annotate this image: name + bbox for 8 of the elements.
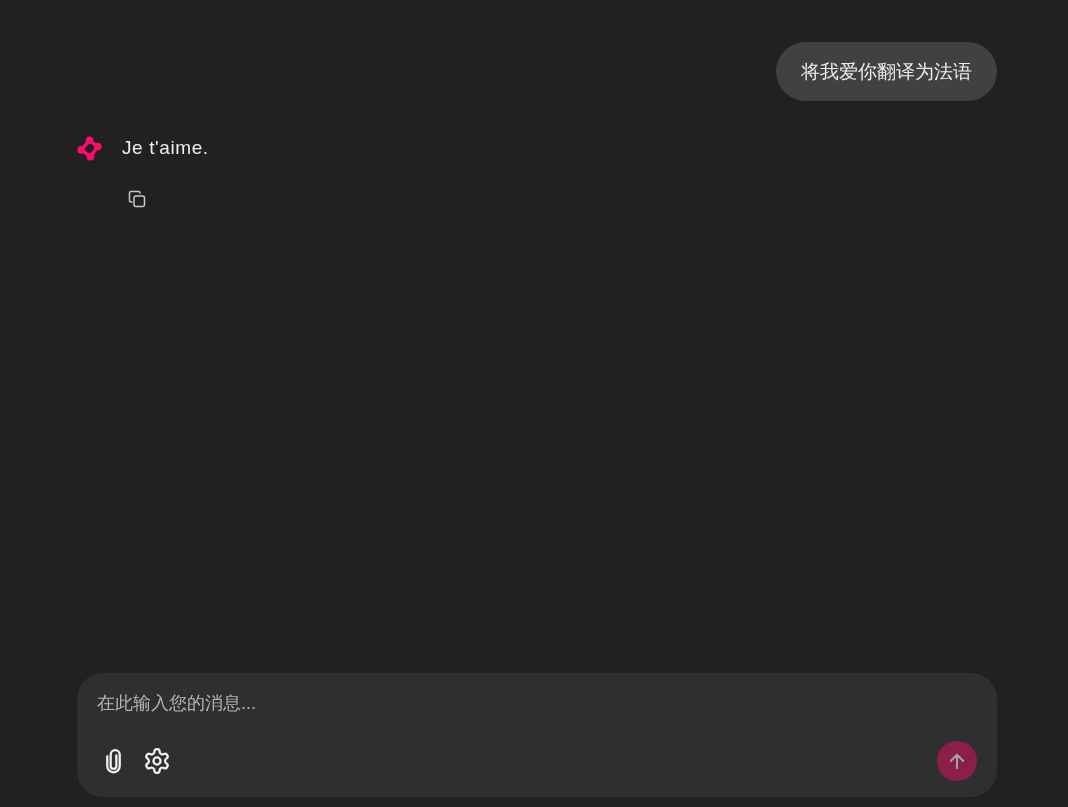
settings-icon bbox=[144, 748, 170, 774]
assistant-logo-icon bbox=[77, 136, 102, 161]
assistant-message-text: Je t'aime. bbox=[122, 136, 209, 160]
paperclip-icon bbox=[104, 748, 122, 774]
user-message-bubble: 将我爱你翻译为法语 bbox=[776, 42, 997, 101]
arrow-up-icon bbox=[950, 753, 964, 769]
message-input-field[interactable]: 在此输入您的消息... bbox=[97, 689, 977, 717]
copy-icon bbox=[128, 190, 146, 208]
